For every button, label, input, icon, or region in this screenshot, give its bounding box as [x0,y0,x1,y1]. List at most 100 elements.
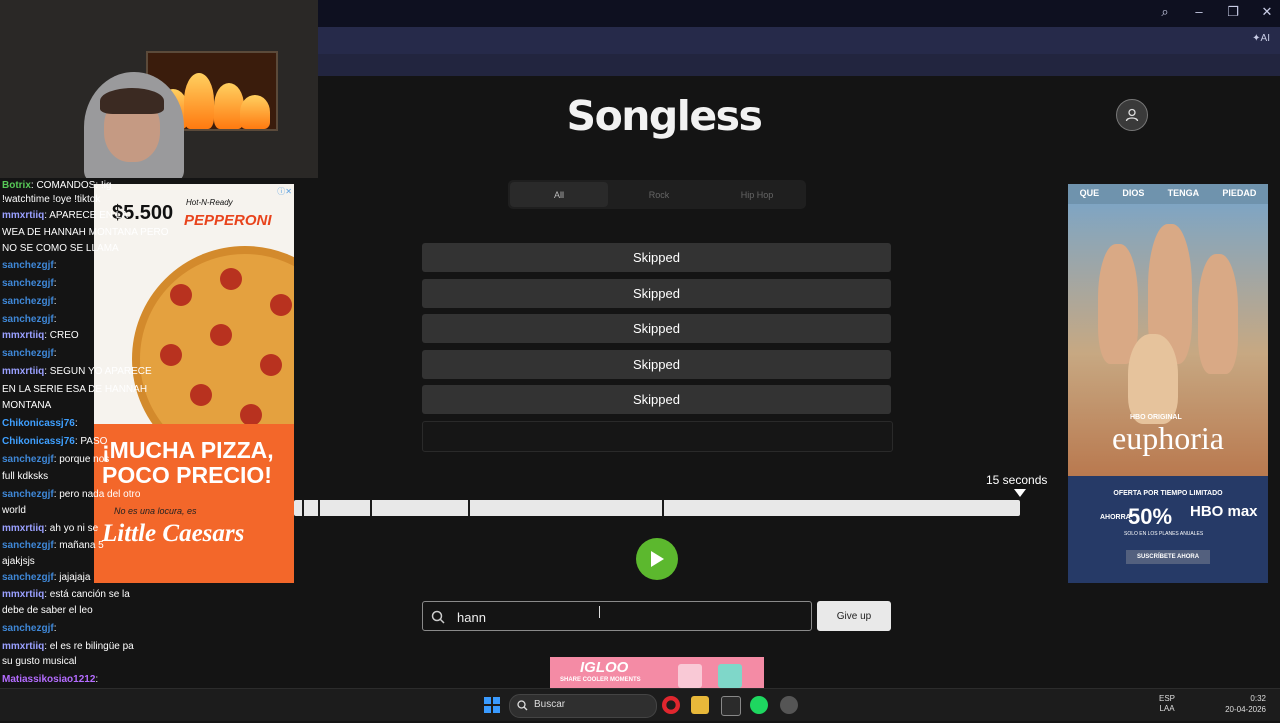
chat-text: : COMANDOS: !ig [30,180,112,191]
chat-username[interactable]: sanchezgjf [2,572,54,583]
close-icon[interactable]: ✕ [1260,4,1274,20]
epic-games-icon[interactable] [721,696,741,716]
chat-text: : [53,348,57,359]
spotify-icon[interactable] [750,696,768,714]
search-icon [431,610,445,624]
chat-username[interactable]: mmxrtiiq [2,523,44,534]
chat-username[interactable]: sanchezgjf [2,278,54,289]
chat-message: sanchezgjf: [2,621,56,637]
chat-message: sanchezgjf: mañana 5 [2,538,104,554]
chat-username[interactable]: mmxrtiiq [2,589,44,600]
chat-text: debe de saber el leo [2,605,93,616]
chat-message: sanchezgjf: [2,258,56,274]
ad-hbo-max-logo: HBO max [1190,503,1258,520]
chat-message: mmxrtiiq: el es re bilingüe pa [2,639,134,655]
chat-text: EN LA SERIE ESA DE HANNAH [2,384,148,395]
chat-username[interactable]: mmxrtiiq [2,366,44,377]
taskbar-search-label: Buscar [534,699,566,710]
chat-username[interactable]: mmxrtiiq [2,210,44,221]
site-logo[interactable]: Songless [559,92,769,140]
ad-tagline: QUE DIOS TENGA PIEDAD [1068,184,1268,208]
ad-subscribe-button[interactable]: SUSCRÍBETE AHORA [1126,550,1210,564]
tab-rock[interactable]: Rock [610,180,708,209]
chat-message: full kdksks [2,469,48,485]
chat-text: ajakjsjs [2,556,35,567]
folder-icon[interactable] [691,696,709,714]
app-icon[interactable] [780,696,798,714]
chat-username[interactable]: sanchezgjf [2,489,54,500]
chat-username[interactable]: Chikonicassj76 [2,436,75,447]
chat-text: : el es re bilingüe pa [44,641,134,652]
timer-label: 15 seconds [986,473,1048,487]
tab-hip-hop[interactable]: Hip Hop [708,180,806,209]
chat-message: mmxrtiiq: SEGUN YO APARECE [2,364,152,380]
chat-text: world [2,505,26,516]
opera-icon[interactable] [662,696,680,714]
ad-tagline-word: TENGA [1167,188,1200,198]
chat-message: mmxrtiiq: APARECE EN LA [2,208,128,224]
chat-username[interactable]: Matiassikosiao1212 [2,674,95,685]
chat-text: : PASO [74,436,108,447]
chat-message: WEA DE HANNAH MONTANA PERO [2,225,169,241]
chat-text: : APARECE EN LA [44,210,128,221]
lang-line: LAA [1159,704,1175,713]
chat-username[interactable]: sanchezgjf [2,454,54,465]
language-indicator[interactable]: ESP LAA [1159,694,1175,714]
chat-username[interactable]: Botrix [2,180,31,191]
chat-message: sanchezgjf: jajajaja [2,570,90,586]
search-input[interactable] [455,606,759,628]
give-up-button[interactable]: Give up [817,601,891,631]
ad-hbo-max[interactable]: QUE DIOS TENGA PIEDAD HBO ORIGINAL eupho… [1068,184,1268,583]
chat-username[interactable]: mmxrtiiq [2,330,44,341]
chat-username[interactable]: sanchezgjf [2,260,54,271]
chat-username[interactable]: Chikonicassj76 [2,418,75,429]
tab-all[interactable]: All [510,182,608,207]
chat-message: Matiassikosiao1212: [2,672,98,688]
profile-button[interactable] [1116,99,1148,131]
chat-username[interactable]: sanchezgjf [2,296,54,307]
chat-text: : [53,623,57,634]
chat-username[interactable]: sanchezgjf [2,314,54,325]
ai-button[interactable]: ✦AI [1252,33,1270,44]
guess-row: Skipped [422,314,891,343]
ad-percent: 50% [1128,504,1173,529]
chat-message: Chikonicassj76: PASO [2,434,107,450]
start-button[interactable] [484,697,500,713]
chat-message: sanchezgjf: pero nada del otro [2,487,140,503]
chat-username[interactable]: mmxrtiiq [2,641,44,652]
chat-text: WEA DE HANNAH MONTANA PERO [2,227,169,238]
taskbar-search[interactable]: Buscar [509,694,657,718]
chat-message: sanchezgjf: [2,276,56,292]
ad-igloo[interactable]: IGLOO SHARE COOLER MOMENTS [550,657,764,688]
clock-date: 20-04-2026 [1225,705,1266,714]
chat-message: EN LA SERIE ESA DE HANNAH [2,382,147,398]
chat-message: sanchezgjf: [2,294,56,310]
person-shape [1098,244,1138,364]
play-button[interactable] [636,538,678,580]
chat-text: full kdksks [2,471,49,482]
ad-igloo-logo: IGLOO [580,659,629,676]
chat-message: world [2,503,26,519]
chat-text: : [53,314,57,325]
chat-username[interactable]: sanchezgjf [2,348,54,359]
song-search-field[interactable] [422,601,812,631]
cooler-image [718,664,742,688]
chat-text: : [74,418,78,429]
chat-message: sanchezgjf: porque nos [2,452,109,468]
chat-message: mmxrtiiq: CREO [2,328,79,344]
text-cursor [599,606,604,618]
timeline-divider [662,500,664,516]
restore-icon[interactable]: ❐ [1226,4,1240,20]
chat-message: !watchtime !oye !tiktok [2,192,100,208]
chat-username[interactable]: sanchezgjf [2,623,54,634]
minimize-icon[interactable]: – [1192,4,1206,20]
search-icon[interactable]: ⌕ [1158,4,1172,20]
chat-message: mmxrtiiq: ah yo ni se [2,521,98,537]
chat-message: sanchezgjf: [2,346,56,362]
chat-username[interactable]: sanchezgjf [2,540,54,551]
ad-show-title: euphoria [1112,420,1224,456]
system-clock[interactable]: 0:32 20-04-2026 [1225,693,1266,715]
chat-text: : [53,260,57,271]
chat-message: NO SE COMO SE LLAMA [2,241,119,257]
play-icon [651,551,664,567]
